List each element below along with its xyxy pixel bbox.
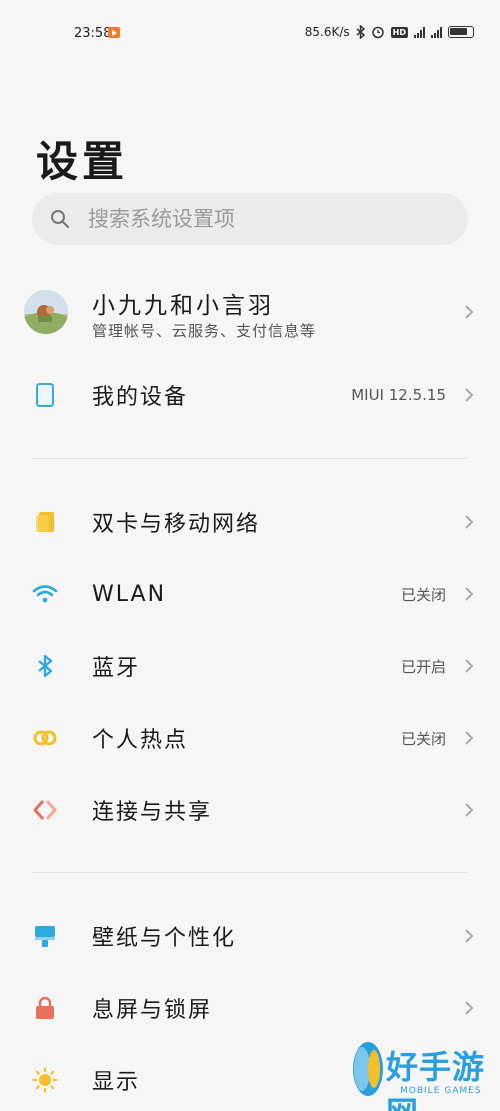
chevron-right-icon: [465, 731, 474, 745]
hd-icon: HD: [390, 26, 408, 38]
alarm-icon: [371, 25, 385, 39]
signal-icon: [431, 26, 442, 38]
page-title: 设置: [36, 137, 129, 186]
chevron-right-icon: [465, 1001, 474, 1015]
status-time: 23:58: [74, 26, 112, 41]
status-icons: 85.6K/s HD: [305, 25, 474, 39]
section-divider: [32, 458, 468, 459]
sim-card-icon: [32, 509, 58, 535]
settings-item-sim[interactable]: 双卡与移动网络: [0, 490, 500, 554]
brightness-icon: [32, 1067, 58, 1093]
settings-item-label: 我的设备: [92, 385, 189, 410]
watermark-brand: 好手游网: [386, 1048, 486, 1111]
settings-item-wallpaper[interactable]: 壁纸与个性化: [0, 904, 500, 968]
search-icon: [50, 209, 70, 229]
wifi-icon: [32, 581, 58, 607]
lock-icon: [32, 995, 58, 1021]
device-icon: [32, 382, 58, 408]
settings-item-wlan[interactable]: WLAN 已关闭: [0, 562, 500, 626]
chevron-right-icon: [465, 388, 474, 402]
avatar: [24, 290, 68, 334]
chevron-right-icon: [465, 659, 474, 673]
account-row[interactable]: 小九九和小言羽 管理帐号、云服务、支付信息等: [0, 276, 500, 348]
hotspot-icon: [32, 725, 58, 751]
wallpaper-icon: [32, 923, 58, 949]
watermark-logo-icon: [353, 1042, 383, 1096]
section-divider: [32, 872, 468, 873]
settings-item-label: 个人热点: [92, 728, 189, 753]
settings-item-value: 已开启: [400, 657, 446, 676]
connection-share-icon: [32, 797, 58, 823]
status-bar: 23:58 85.6K/s HD: [0, 0, 500, 64]
settings-item-label: 息屏与锁屏: [92, 998, 213, 1023]
chevron-right-icon: [465, 587, 474, 601]
settings-item-connection-sharing[interactable]: 连接与共享: [0, 778, 500, 842]
settings-item-label: 显示: [92, 1070, 141, 1095]
settings-item-label: 蓝牙: [92, 656, 141, 681]
account-subtitle: 管理帐号、云服务、支付信息等: [92, 322, 317, 340]
settings-item-bluetooth[interactable]: 蓝牙 已开启: [0, 634, 500, 698]
settings-item-lock-screen[interactable]: 息屏与锁屏: [0, 976, 500, 1040]
watermark: 好手游网 MOBILE GAMES: [340, 1034, 500, 1111]
settings-item-value: MIUI 12.5.15: [351, 386, 446, 404]
settings-item-my-device[interactable]: 我的设备 MIUI 12.5.15: [0, 363, 500, 427]
net-speed: 85.6K/s: [304, 25, 350, 39]
screen-record-icon: [108, 27, 120, 38]
settings-item-label: 双卡与移动网络: [92, 512, 261, 537]
chevron-right-icon: [465, 803, 474, 817]
account-name: 小九九和小言羽: [92, 293, 274, 319]
bluetooth-icon: [32, 653, 58, 679]
settings-item-label: 壁纸与个性化: [92, 926, 237, 951]
signal-icon: [414, 26, 425, 38]
settings-item-label: 连接与共享: [92, 800, 213, 825]
settings-item-value: 已关闭: [400, 729, 446, 748]
search-bar[interactable]: [32, 193, 468, 245]
chevron-right-icon: [465, 929, 474, 943]
search-input[interactable]: [88, 207, 448, 231]
battery-icon: [448, 26, 474, 38]
settings-item-value: 已关闭: [400, 585, 446, 604]
bluetooth-icon: [356, 25, 365, 39]
settings-item-label: WLAN: [92, 581, 167, 607]
chevron-right-icon: [465, 515, 474, 529]
watermark-subtitle: MOBILE GAMES: [400, 1086, 482, 1096]
chevron-right-icon: [465, 305, 474, 319]
settings-item-hotspot[interactable]: 个人热点 已关闭: [0, 706, 500, 770]
